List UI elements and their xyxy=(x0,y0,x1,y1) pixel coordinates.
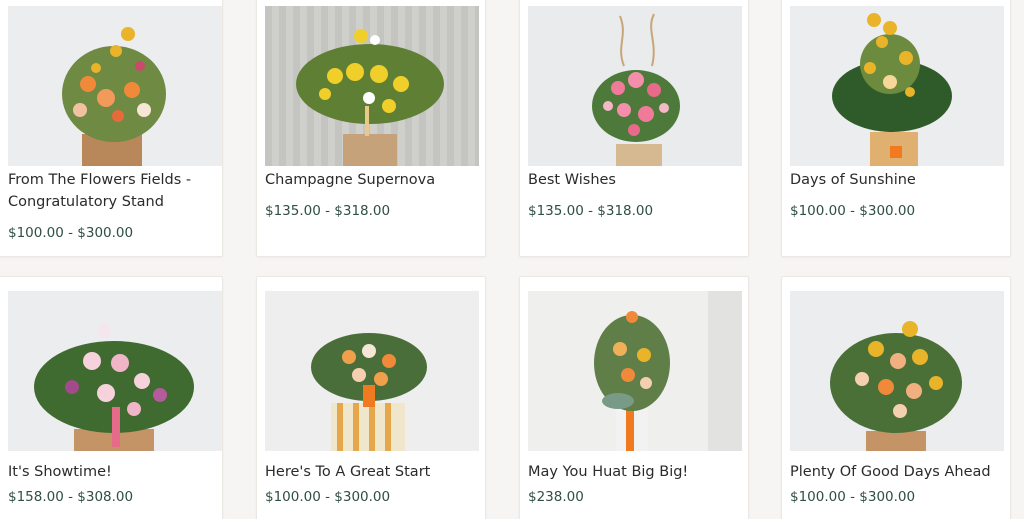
product-card[interactable]: Best Wishes $135.00 - $318.00 xyxy=(519,0,749,257)
flower-arrangement-image xyxy=(8,291,222,451)
product-price: $100.00 - $300.00 xyxy=(790,203,916,219)
product-name[interactable]: May You Huat Big Big! xyxy=(528,461,742,483)
product-image[interactable] xyxy=(528,291,742,451)
product-image[interactable] xyxy=(8,6,222,166)
product-price: $100.00 - $300.00 xyxy=(790,489,916,505)
product-card[interactable]: Plenty Of Good Days Ahead $100.00 - $300… xyxy=(781,276,1011,519)
product-image[interactable] xyxy=(790,291,1004,451)
product-name[interactable]: It's Showtime! xyxy=(8,461,222,483)
product-name[interactable]: From The Flowers Fields - Congratulatory… xyxy=(8,169,222,213)
flower-arrangement-image xyxy=(265,291,479,451)
product-image[interactable] xyxy=(528,6,742,166)
product-card[interactable]: Champagne Supernova $135.00 - $318.00 xyxy=(256,0,486,257)
product-price: $238.00 xyxy=(528,489,584,505)
product-card[interactable]: From The Flowers Fields - Congratulatory… xyxy=(0,0,223,257)
product-card[interactable]: It's Showtime! $158.00 - $308.00 xyxy=(0,276,223,519)
product-price: $100.00 - $300.00 xyxy=(8,225,134,241)
flower-arrangement-image xyxy=(790,6,1004,166)
product-price: $158.00 - $308.00 xyxy=(8,489,134,505)
product-card[interactable]: May You Huat Big Big! $238.00 xyxy=(519,276,749,519)
product-name[interactable]: Best Wishes xyxy=(528,169,742,191)
product-name[interactable]: Plenty Of Good Days Ahead xyxy=(790,461,1004,483)
product-name[interactable]: Days of Sunshine xyxy=(790,169,1004,191)
product-card[interactable]: Here's To A Great Start $100.00 - $300.0… xyxy=(256,276,486,519)
product-image[interactable] xyxy=(265,6,479,166)
product-card[interactable]: Days of Sunshine $100.00 - $300.00 xyxy=(781,0,1011,257)
flower-arrangement-image xyxy=(528,291,742,451)
product-image[interactable] xyxy=(790,6,1004,166)
product-price: $135.00 - $318.00 xyxy=(265,203,391,219)
product-price: $100.00 - $300.00 xyxy=(265,489,391,505)
flower-arrangement-image xyxy=(8,6,222,166)
product-image[interactable] xyxy=(8,291,222,451)
flower-arrangement-image xyxy=(528,6,742,166)
product-name[interactable]: Here's To A Great Start xyxy=(265,461,479,483)
product-image[interactable] xyxy=(265,291,479,451)
flower-arrangement-image xyxy=(265,6,479,166)
product-price: $135.00 - $318.00 xyxy=(528,203,654,219)
product-name[interactable]: Champagne Supernova xyxy=(265,169,479,191)
flower-arrangement-image xyxy=(790,291,1004,451)
